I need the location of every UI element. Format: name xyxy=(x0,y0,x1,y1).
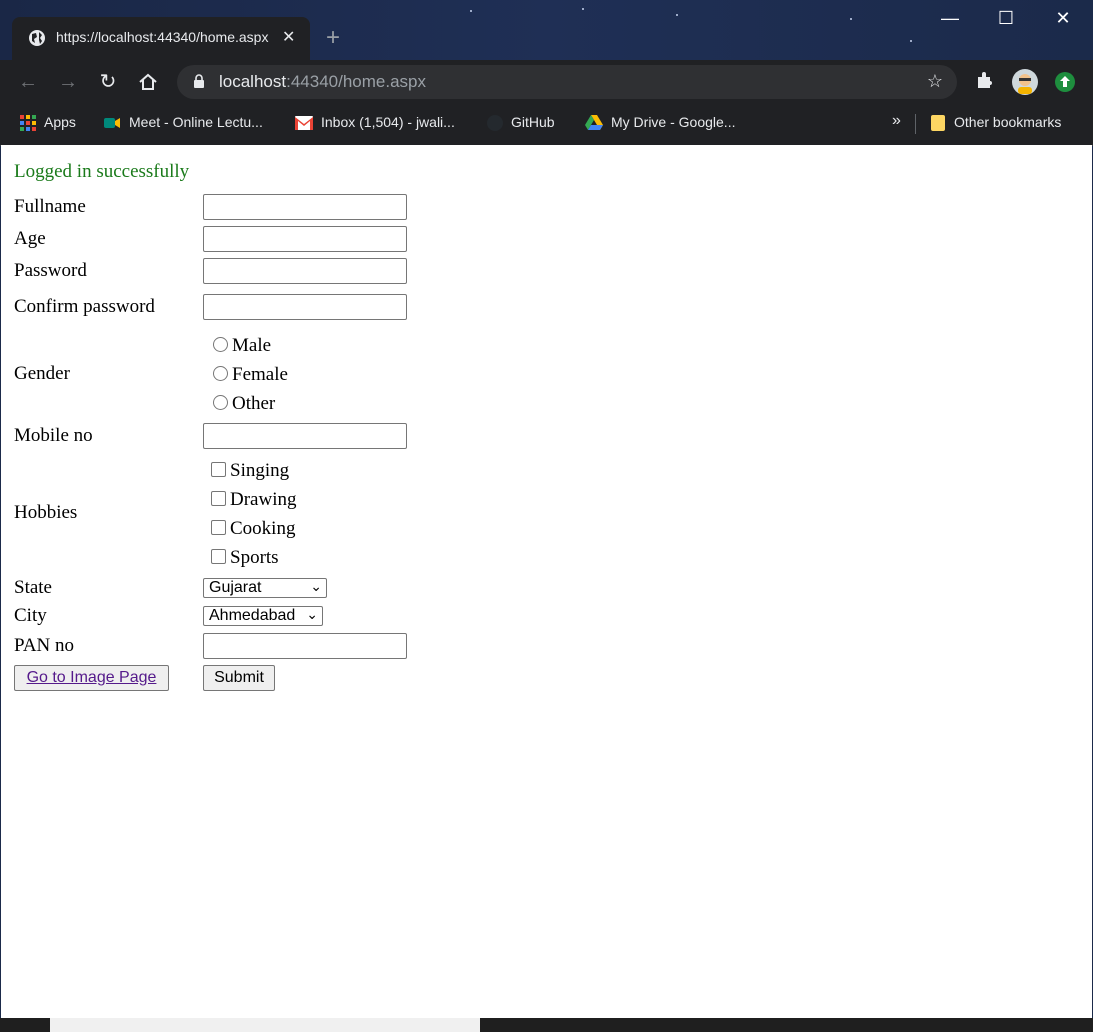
hobby-option-cooking[interactable]: Cooking xyxy=(211,518,295,540)
checkbox[interactable] xyxy=(211,520,226,536)
hobby-option-label: Drawing xyxy=(230,489,297,510)
password-label: Password xyxy=(14,260,87,281)
age-label: Age xyxy=(14,228,46,249)
tab-close-icon[interactable]: ✕ xyxy=(282,27,295,47)
bookmark-label: Meet - Online Lectu... xyxy=(129,114,263,130)
page-content: Logged in successfully Fullname Age Pass… xyxy=(1,145,1092,1018)
hobby-option-sports[interactable]: Sports xyxy=(211,547,279,569)
password-input[interactable] xyxy=(203,258,407,284)
confirm-password-label: Confirm password xyxy=(14,296,155,317)
drive-icon xyxy=(585,115,603,131)
browser-tab[interactable]: https://localhost:44340/home.aspx ✕ xyxy=(12,17,310,60)
apps-grid-icon xyxy=(20,115,36,132)
city-selected-value: Ahmedabad xyxy=(209,607,296,624)
bookmark-apps[interactable]: Apps xyxy=(20,114,76,132)
gender-option-label: Female xyxy=(232,364,288,385)
radio-button[interactable] xyxy=(213,337,228,353)
chevron-down-icon: ⌄ xyxy=(310,578,322,594)
gender-option-label: Male xyxy=(232,335,272,356)
mobile-label: Mobile no xyxy=(14,425,93,446)
taskbar xyxy=(0,1018,1093,1032)
close-window-button[interactable]: ✕ xyxy=(1043,8,1083,29)
bookmark-star-icon[interactable]: ☆ xyxy=(927,71,943,92)
go-to-image-page-button[interactable]: Go to Image Page xyxy=(14,665,169,691)
state-selected-value: Gujarat xyxy=(209,579,262,596)
radio-button[interactable] xyxy=(213,366,228,382)
hobby-option-drawing[interactable]: Drawing xyxy=(211,489,296,511)
bookmarks-divider xyxy=(915,114,916,134)
minimize-button[interactable]: — xyxy=(930,8,970,29)
hobby-option-label: Singing xyxy=(230,460,290,481)
new-tab-button[interactable]: + xyxy=(326,24,340,52)
bookmark-github[interactable]: GitHub xyxy=(487,114,555,132)
taskbar-search-box[interactable] xyxy=(50,1018,480,1032)
bookmark-label: GitHub xyxy=(511,114,555,130)
fullname-label: Fullname xyxy=(14,196,86,217)
meet-icon xyxy=(104,118,120,129)
bookmark-label: My Drive - Google... xyxy=(611,114,736,130)
profile-avatar[interactable] xyxy=(1011,68,1039,96)
bookmark-gmail[interactable]: Inbox (1,504) - jwali... xyxy=(295,114,455,131)
bookmark-drive[interactable]: My Drive - Google... xyxy=(585,114,735,131)
other-bookmarks[interactable]: Other bookmarks xyxy=(930,114,1061,132)
pan-input[interactable] xyxy=(203,633,407,659)
chevron-down-icon: ⌄ xyxy=(306,606,318,622)
gender-option-female[interactable]: Female xyxy=(213,364,288,386)
back-icon[interactable]: ← xyxy=(16,70,40,94)
hobbies-label: Hobbies xyxy=(14,502,78,523)
gender-label: Gender xyxy=(14,363,70,384)
url-text: localhost:44340/home.aspx xyxy=(219,72,426,92)
age-input[interactable] xyxy=(203,226,407,252)
background-star xyxy=(910,40,912,42)
browser-toolbar: ← → ↻ localhost:44340/home.aspx ☆ xyxy=(0,60,1093,104)
home-icon[interactable] xyxy=(138,73,158,91)
background-star xyxy=(582,8,584,10)
globe-icon xyxy=(29,30,45,46)
fullname-input[interactable] xyxy=(203,194,407,220)
extensions-puzzle-icon[interactable] xyxy=(975,70,995,90)
title-bar: https://localhost:44340/home.aspx ✕ + — … xyxy=(0,0,1093,60)
city-label: City xyxy=(14,605,47,626)
hobby-option-label: Sports xyxy=(230,547,279,568)
checkbox[interactable] xyxy=(211,462,226,478)
background-star xyxy=(470,10,472,12)
city-select[interactable]: Ahmedabad ⌄ xyxy=(203,606,323,626)
url-path: :44340/home.aspx xyxy=(286,72,426,91)
folder-icon xyxy=(931,115,945,132)
gender-option-label: Other xyxy=(232,393,276,414)
address-bar[interactable]: localhost:44340/home.aspx ☆ xyxy=(177,65,957,99)
other-bookmarks-label: Other bookmarks xyxy=(954,114,1062,130)
background-star xyxy=(676,14,678,16)
reload-icon[interactable]: ↻ xyxy=(96,70,120,94)
gender-option-other[interactable]: Other xyxy=(213,393,275,415)
hobby-option-singing[interactable]: Singing xyxy=(211,460,289,482)
github-icon xyxy=(487,115,503,132)
gender-option-male[interactable]: Male xyxy=(213,335,271,357)
bookmark-label: Apps xyxy=(44,114,76,130)
checkbox[interactable] xyxy=(211,491,226,507)
mobile-input[interactable] xyxy=(203,423,407,449)
bookmarks-bar: Apps Meet - Online Lectu... Inbox (1,504… xyxy=(0,104,1093,146)
url-host: localhost xyxy=(219,72,287,91)
bookmarks-overflow-button[interactable]: » xyxy=(892,112,901,130)
checkbox[interactable] xyxy=(211,549,226,565)
maximize-button[interactable]: ☐ xyxy=(986,8,1026,29)
state-label: State xyxy=(14,577,52,598)
background-star xyxy=(850,18,852,20)
update-arrow-icon[interactable] xyxy=(1054,71,1076,93)
pan-label: PAN no xyxy=(14,635,75,656)
success-message: Logged in successfully xyxy=(14,161,190,182)
hobby-option-label: Cooking xyxy=(230,518,296,539)
bookmark-label: Inbox (1,504) - jwali... xyxy=(321,114,455,130)
submit-button[interactable]: Submit xyxy=(203,665,275,691)
lock-icon xyxy=(194,74,204,88)
gmail-icon xyxy=(295,116,313,131)
bookmark-meet[interactable]: Meet - Online Lectu... xyxy=(103,114,263,131)
tab-title: https://localhost:44340/home.aspx xyxy=(56,29,269,45)
confirm-password-input[interactable] xyxy=(203,294,407,320)
forward-icon[interactable]: → xyxy=(56,70,80,94)
state-select[interactable]: Gujarat ⌄ xyxy=(203,578,327,598)
radio-button[interactable] xyxy=(213,395,228,411)
